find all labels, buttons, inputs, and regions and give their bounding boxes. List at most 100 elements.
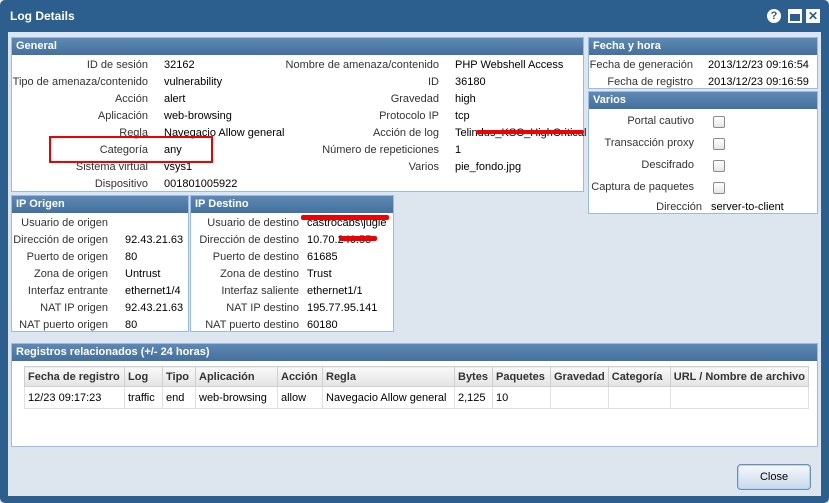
- redaction-mark: [339, 236, 377, 241]
- panel-header: IP Origen: [12, 196, 188, 213]
- close-button[interactable]: Close: [737, 464, 811, 490]
- column-header[interactable]: Paquetes: [492, 366, 551, 387]
- field-label: NAT IP origen: [40, 302, 108, 314]
- log-details-window: Log Details ? ✕ General ID de sesión 3216…: [0, 0, 829, 503]
- title-bar[interactable]: Log Details ? ✕: [0, 0, 829, 32]
- column-header[interactable]: Acción: [277, 366, 323, 387]
- field-label: Número de repeticiones: [322, 144, 439, 156]
- checkbox-row: Transacción proxy: [589, 135, 819, 152]
- column-header[interactable]: Gravedad: [550, 366, 609, 387]
- checkbox-label: Descifrado: [641, 159, 694, 171]
- field-value: 92.43.21.63: [125, 234, 184, 246]
- panel-header: Varios: [589, 92, 817, 109]
- field-row: Gravedad high: [12, 91, 585, 108]
- table-cell: 2,125: [454, 386, 493, 409]
- field-label: ID: [428, 76, 439, 88]
- field-value: Untrust: [125, 268, 161, 280]
- field-row: Puerto de origen 80: [12, 249, 190, 266]
- field-row: Protocolo IP tcp: [12, 108, 585, 125]
- checkbox[interactable]: [713, 182, 725, 194]
- field-row: NAT puerto origen 80: [12, 317, 190, 334]
- field-label: Nombre de amenaza/contenido: [285, 59, 439, 71]
- field-label: NAT IP destino: [226, 302, 299, 314]
- field-value: high: [455, 93, 476, 105]
- field-row: Fecha de generación 2013/12/23 09:16:54: [589, 57, 819, 74]
- table-cell: [607, 386, 671, 409]
- field-value: ethernet1/4: [125, 285, 181, 297]
- table-cell: allow: [277, 386, 323, 409]
- fecha-panel: Fecha y hora Fecha de generación 2013/12/…: [588, 37, 818, 89]
- direction-label: Dirección: [656, 201, 702, 213]
- field-row: Dirección de origen 92.43.21.63: [12, 232, 190, 249]
- field-label: Dirección de origen: [13, 234, 108, 246]
- panel-header: IP Destino: [191, 196, 393, 213]
- field-label: Gravedad: [390, 93, 439, 105]
- field-row: ID 36180: [12, 74, 585, 91]
- content-area: General ID de sesión 32162 Tipo de amenaza…: [8, 32, 821, 456]
- field-value: 195.77.95.141: [307, 302, 378, 314]
- field-value: 2013/12/23 09:16:54: [708, 59, 809, 71]
- varios-panel: Varios Portal cautivo Transacción proxy De…: [49, 91, 819, 216]
- checkbox-label: Transacción proxy: [604, 137, 694, 149]
- field-value: 60180: [307, 319, 338, 331]
- column-header[interactable]: Regla: [322, 366, 455, 387]
- redaction-mark: [476, 130, 584, 134]
- table-cell: end: [162, 386, 196, 409]
- field-row: Interfaz entrante ethernet1/4: [12, 283, 190, 300]
- table-cell: [550, 386, 609, 409]
- registros-panel: Registros relacionados (+/- 24 horas) Fe…: [11, 343, 818, 447]
- direction-value: server-to-client: [711, 201, 784, 213]
- checkbox[interactable]: [713, 116, 725, 128]
- table-cell: 12/23 09:17:23: [24, 386, 125, 409]
- field-label: Zona de destino: [220, 268, 299, 280]
- column-header[interactable]: Bytes: [454, 366, 493, 387]
- column-header[interactable]: Log: [124, 366, 163, 387]
- column-header[interactable]: Tipo: [162, 366, 196, 387]
- field-value: PHP Webshell Access: [455, 59, 564, 71]
- column-header[interactable]: Fecha de registro: [24, 366, 125, 387]
- maximize-icon[interactable]: [788, 9, 802, 23]
- field-row: Zona de destino Trust: [191, 266, 395, 283]
- table-cell: 10: [492, 386, 551, 409]
- table-header-row: Fecha de registro Log Tipo Aplicación Acción…: [24, 366, 809, 387]
- field-label: Dispositivo: [94, 178, 148, 190]
- column-header[interactable]: Aplicación: [195, 366, 278, 387]
- column-header[interactable]: URL / Nombre de archivo: [669, 366, 809, 387]
- table-cell: traffic: [124, 386, 163, 409]
- field-value: 80: [125, 251, 138, 263]
- field-label: Fecha de registro: [607, 76, 693, 88]
- field-row: Puerto de destino 61685: [191, 249, 395, 266]
- ip-origen-panel: IP Origen Usuario de origen Dirección de …: [11, 195, 189, 332]
- checkbox-row: Portal cautivo: [589, 113, 819, 130]
- field-label: Zona de origen: [34, 268, 108, 280]
- field-label: Puerto de destino: [212, 251, 299, 263]
- direction-row: Dirección server-to-client: [589, 199, 819, 216]
- field-label: Protocolo IP: [379, 110, 439, 122]
- field-value: tcp: [455, 110, 470, 122]
- field-value: 36180: [455, 76, 486, 88]
- field-label: Usuario de origen: [21, 217, 108, 229]
- checkbox-row: Captura de paquetes: [589, 179, 819, 196]
- checkbox-row: Descifrado: [589, 157, 819, 174]
- field-label: Interfaz entrante: [27, 285, 108, 297]
- checkbox[interactable]: [713, 160, 725, 172]
- table-cell: [669, 386, 809, 409]
- field-label: NAT puerto destino: [205, 319, 299, 331]
- window-title: Log Details: [10, 9, 75, 23]
- highlight-box: [49, 136, 213, 163]
- field-label: NAT puerto origen: [19, 319, 108, 331]
- panel-header: Fecha y hora: [589, 38, 817, 55]
- field-value: 61685: [307, 251, 338, 263]
- field-value: 001801005922: [164, 178, 238, 190]
- column-header[interactable]: Categoría: [607, 366, 671, 387]
- field-row: Interfaz saliente ethernet1/1: [191, 283, 395, 300]
- field-label: Acción de log: [372, 127, 439, 139]
- table-row[interactable]: 12/23 09:17:23 traffic end web-browsing allo…: [24, 386, 809, 409]
- field-row: Fecha de registro 2013/12/23 09:16:59: [589, 74, 819, 91]
- general-panel: General ID de sesión 32162 Tipo de amenaza…: [11, 37, 586, 192]
- checkbox-label: Portal cautivo: [627, 115, 694, 127]
- close-icon[interactable]: ✕: [806, 9, 820, 23]
- field-value: 92.43.21.63: [125, 302, 184, 314]
- help-icon[interactable]: ?: [767, 9, 781, 23]
- checkbox[interactable]: [713, 138, 725, 150]
